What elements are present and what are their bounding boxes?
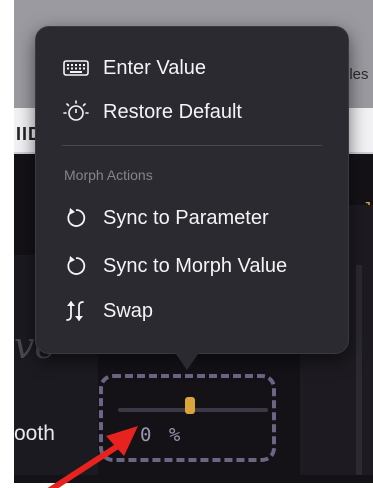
menu-section-title: Morph Actions [64, 167, 153, 183]
swap-icon [63, 298, 89, 324]
menu-item-label: Sync to Morph Value [103, 254, 288, 277]
annotation-arrow-icon [47, 426, 138, 488]
keyboard-icon [63, 55, 89, 81]
sync-icon [63, 205, 89, 231]
menu-pointer [173, 350, 201, 370]
menu-item-label: Enter Value [103, 56, 207, 79]
menu-item-restore-default[interactable]: Restore Default [63, 99, 242, 125]
menu-item-enter-value[interactable]: Enter Value [63, 55, 206, 81]
restore-icon [63, 99, 89, 125]
menu-item-sync-to-morph-value[interactable]: Sync to Morph Value [63, 253, 287, 279]
menu-item-swap[interactable]: Swap [63, 298, 153, 324]
context-menu: Enter Value Restore Default Morph Action… [35, 26, 349, 354]
menu-item-label: Restore Default [103, 100, 242, 123]
menu-item-sync-to-parameter[interactable]: Sync to Parameter [63, 205, 269, 231]
right-panel-strip [356, 265, 362, 475]
sync-icon [63, 253, 89, 279]
files-label: iles [346, 66, 369, 83]
parameter-slider-handle[interactable] [185, 397, 195, 414]
menu-divider [62, 145, 322, 146]
menu-item-label: Swap [103, 299, 154, 322]
menu-item-label: Sync to Parameter [103, 206, 269, 229]
